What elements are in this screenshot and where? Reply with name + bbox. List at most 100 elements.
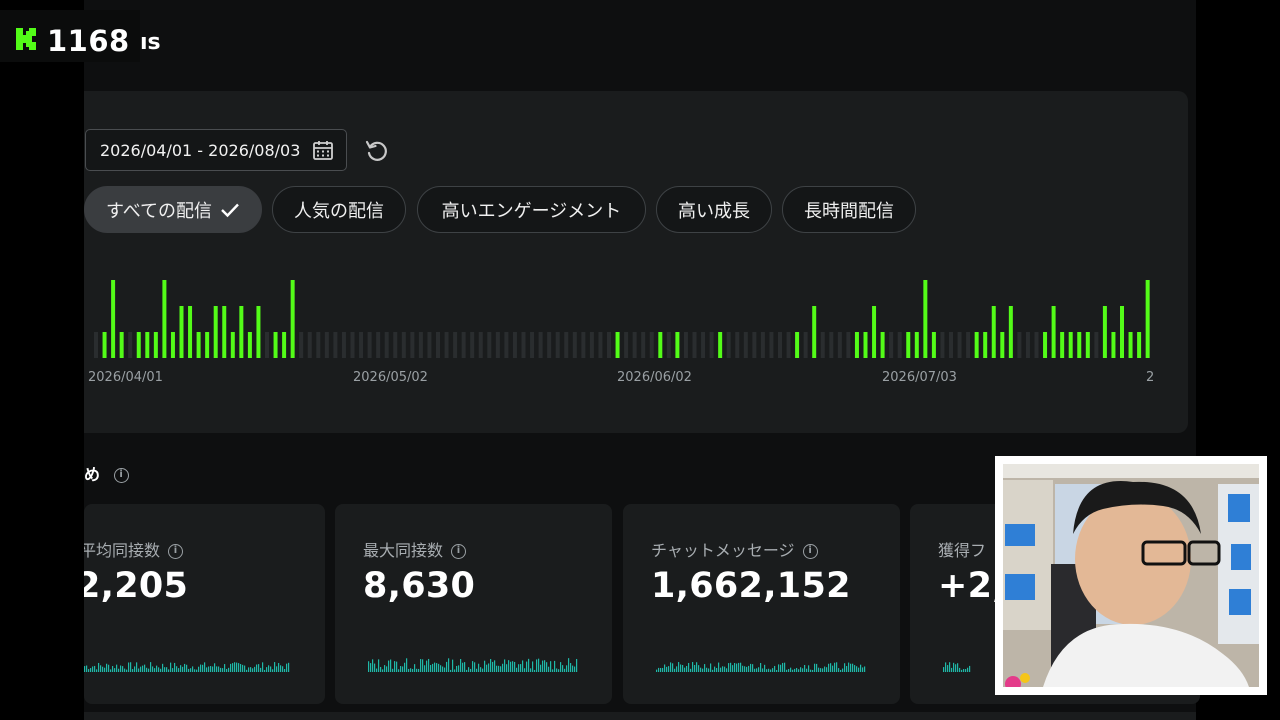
- timeline-bar[interactable]: [1128, 332, 1133, 358]
- timeline-bar-empty[interactable]: [530, 332, 535, 358]
- timeline-bar-empty[interactable]: [632, 332, 637, 358]
- timeline-bar[interactable]: [863, 332, 868, 358]
- timeline-bar-empty[interactable]: [666, 332, 671, 358]
- timeline-bar[interactable]: [256, 306, 261, 358]
- timeline-bar-empty[interactable]: [581, 332, 586, 358]
- timeline-bar-empty[interactable]: [94, 332, 98, 358]
- timeline-bar[interactable]: [1077, 332, 1082, 358]
- timeline-bar[interactable]: [102, 332, 107, 358]
- timeline-bar-empty[interactable]: [521, 332, 526, 358]
- timeline-bar[interactable]: [119, 332, 124, 358]
- timeline-bar-empty[interactable]: [128, 332, 133, 358]
- timeline-bar[interactable]: [145, 332, 150, 358]
- timeline-bar-empty[interactable]: [598, 332, 603, 358]
- timeline-bar-empty[interactable]: [701, 332, 706, 358]
- timeline-bar[interactable]: [1060, 332, 1065, 358]
- timeline-bar-empty[interactable]: [846, 332, 851, 358]
- timeline-bar-empty[interactable]: [940, 332, 945, 358]
- timeline-bar[interactable]: [1068, 332, 1073, 358]
- timeline-bar[interactable]: [273, 332, 278, 358]
- timeline-bar[interactable]: [974, 332, 979, 358]
- timeline-bar-empty[interactable]: [444, 332, 449, 358]
- timeline-bar-empty[interactable]: [649, 332, 654, 358]
- timeline-bar[interactable]: [1111, 332, 1116, 358]
- timeline-bar-empty[interactable]: [410, 332, 415, 358]
- filter-chip-long-stream[interactable]: 長時間配信: [782, 186, 916, 233]
- timeline-bar[interactable]: [795, 332, 800, 358]
- timeline-bar[interactable]: [923, 280, 928, 358]
- timeline-bar[interactable]: [205, 332, 210, 358]
- timeline-bar-empty[interactable]: [341, 332, 346, 358]
- timeline-bar-empty[interactable]: [487, 332, 492, 358]
- timeline-bar-empty[interactable]: [829, 332, 834, 358]
- timeline-bar[interactable]: [914, 332, 919, 358]
- timeline-bar-empty[interactable]: [683, 332, 688, 358]
- timeline-bar[interactable]: [615, 332, 620, 358]
- timeline-bar-empty[interactable]: [1017, 332, 1022, 358]
- timeline-bar-empty[interactable]: [803, 332, 808, 358]
- timeline-bar[interactable]: [812, 306, 817, 358]
- timeline-bar[interactable]: [153, 332, 158, 358]
- reset-icon[interactable]: [364, 138, 390, 164]
- timeline-bar-empty[interactable]: [752, 332, 757, 358]
- timeline-bar-empty[interactable]: [470, 332, 475, 358]
- timeline-bar-empty[interactable]: [418, 332, 423, 358]
- timeline-bar-empty[interactable]: [436, 332, 440, 358]
- filter-chip-growth[interactable]: 高い成長: [656, 186, 772, 233]
- timeline-bar-empty[interactable]: [966, 332, 971, 358]
- timeline-bar-empty[interactable]: [307, 332, 312, 358]
- timeline-bar-empty[interactable]: [889, 332, 894, 358]
- filter-chip-popular[interactable]: 人気の配信: [272, 186, 406, 233]
- timeline-bar[interactable]: [1008, 306, 1013, 358]
- timeline-bar-empty[interactable]: [427, 332, 432, 358]
- info-icon[interactable]: i: [113, 468, 129, 483]
- timeline-bar-empty[interactable]: [786, 332, 791, 358]
- timeline-bar-empty[interactable]: [453, 332, 458, 358]
- timeline-bar[interactable]: [239, 306, 244, 358]
- timeline-bar[interactable]: [1085, 332, 1090, 358]
- timeline-bar-empty[interactable]: [495, 332, 500, 358]
- timeline-bar[interactable]: [247, 332, 252, 358]
- timeline-bar[interactable]: [290, 280, 295, 358]
- timeline-bar[interactable]: [170, 332, 175, 358]
- timeline-bar-empty[interactable]: [769, 332, 774, 358]
- timeline-bar-empty[interactable]: [641, 332, 646, 358]
- timeline-bar-empty[interactable]: [316, 332, 321, 358]
- info-icon[interactable]: i: [168, 544, 184, 559]
- timeline-bar-empty[interactable]: [1094, 332, 1099, 358]
- timeline-bar-empty[interactable]: [1025, 332, 1030, 358]
- timeline-bar-empty[interactable]: [607, 332, 611, 358]
- timeline-bar-empty[interactable]: [743, 332, 748, 358]
- timeline-bar-empty[interactable]: [735, 332, 740, 358]
- timeline-bar[interactable]: [1102, 306, 1107, 358]
- timeline-bar[interactable]: [1000, 332, 1005, 358]
- timeline-bar-empty[interactable]: [512, 332, 517, 358]
- timeline-bar[interactable]: [675, 332, 680, 358]
- info-icon[interactable]: i: [802, 544, 818, 559]
- timeline-bar-empty[interactable]: [624, 332, 629, 358]
- filter-chip-engagement[interactable]: 高いエンゲージメント: [417, 186, 646, 233]
- timeline-bar[interactable]: [213, 306, 218, 358]
- timeline-bar[interactable]: [1051, 306, 1056, 358]
- timeline-bar-empty[interactable]: [837, 332, 842, 358]
- timeline-bar-empty[interactable]: [538, 332, 543, 358]
- timeline-bar-empty[interactable]: [478, 332, 483, 358]
- timeline-bar[interactable]: [188, 306, 193, 358]
- timeline-bar-empty[interactable]: [376, 332, 381, 358]
- timeline-bar-empty[interactable]: [350, 332, 355, 358]
- timeline-bar[interactable]: [906, 332, 911, 358]
- timeline-bar-empty[interactable]: [692, 332, 697, 358]
- timeline-bar-empty[interactable]: [461, 332, 466, 358]
- timeline-bar-empty[interactable]: [820, 332, 825, 358]
- timeline-bar[interactable]: [658, 332, 663, 358]
- timeline-bar-empty[interactable]: [1034, 332, 1039, 358]
- timeline-bar-empty[interactable]: [564, 332, 569, 358]
- timeline-bar[interactable]: [991, 306, 996, 358]
- timeline-bar[interactable]: [854, 332, 859, 358]
- timeline-bar-empty[interactable]: [949, 332, 953, 358]
- timeline-bar-empty[interactable]: [555, 332, 560, 358]
- timeline-bar[interactable]: [196, 332, 201, 358]
- timeline-bar[interactable]: [222, 306, 227, 358]
- timeline-bar-empty[interactable]: [401, 332, 406, 358]
- timeline-bar-empty[interactable]: [299, 332, 304, 358]
